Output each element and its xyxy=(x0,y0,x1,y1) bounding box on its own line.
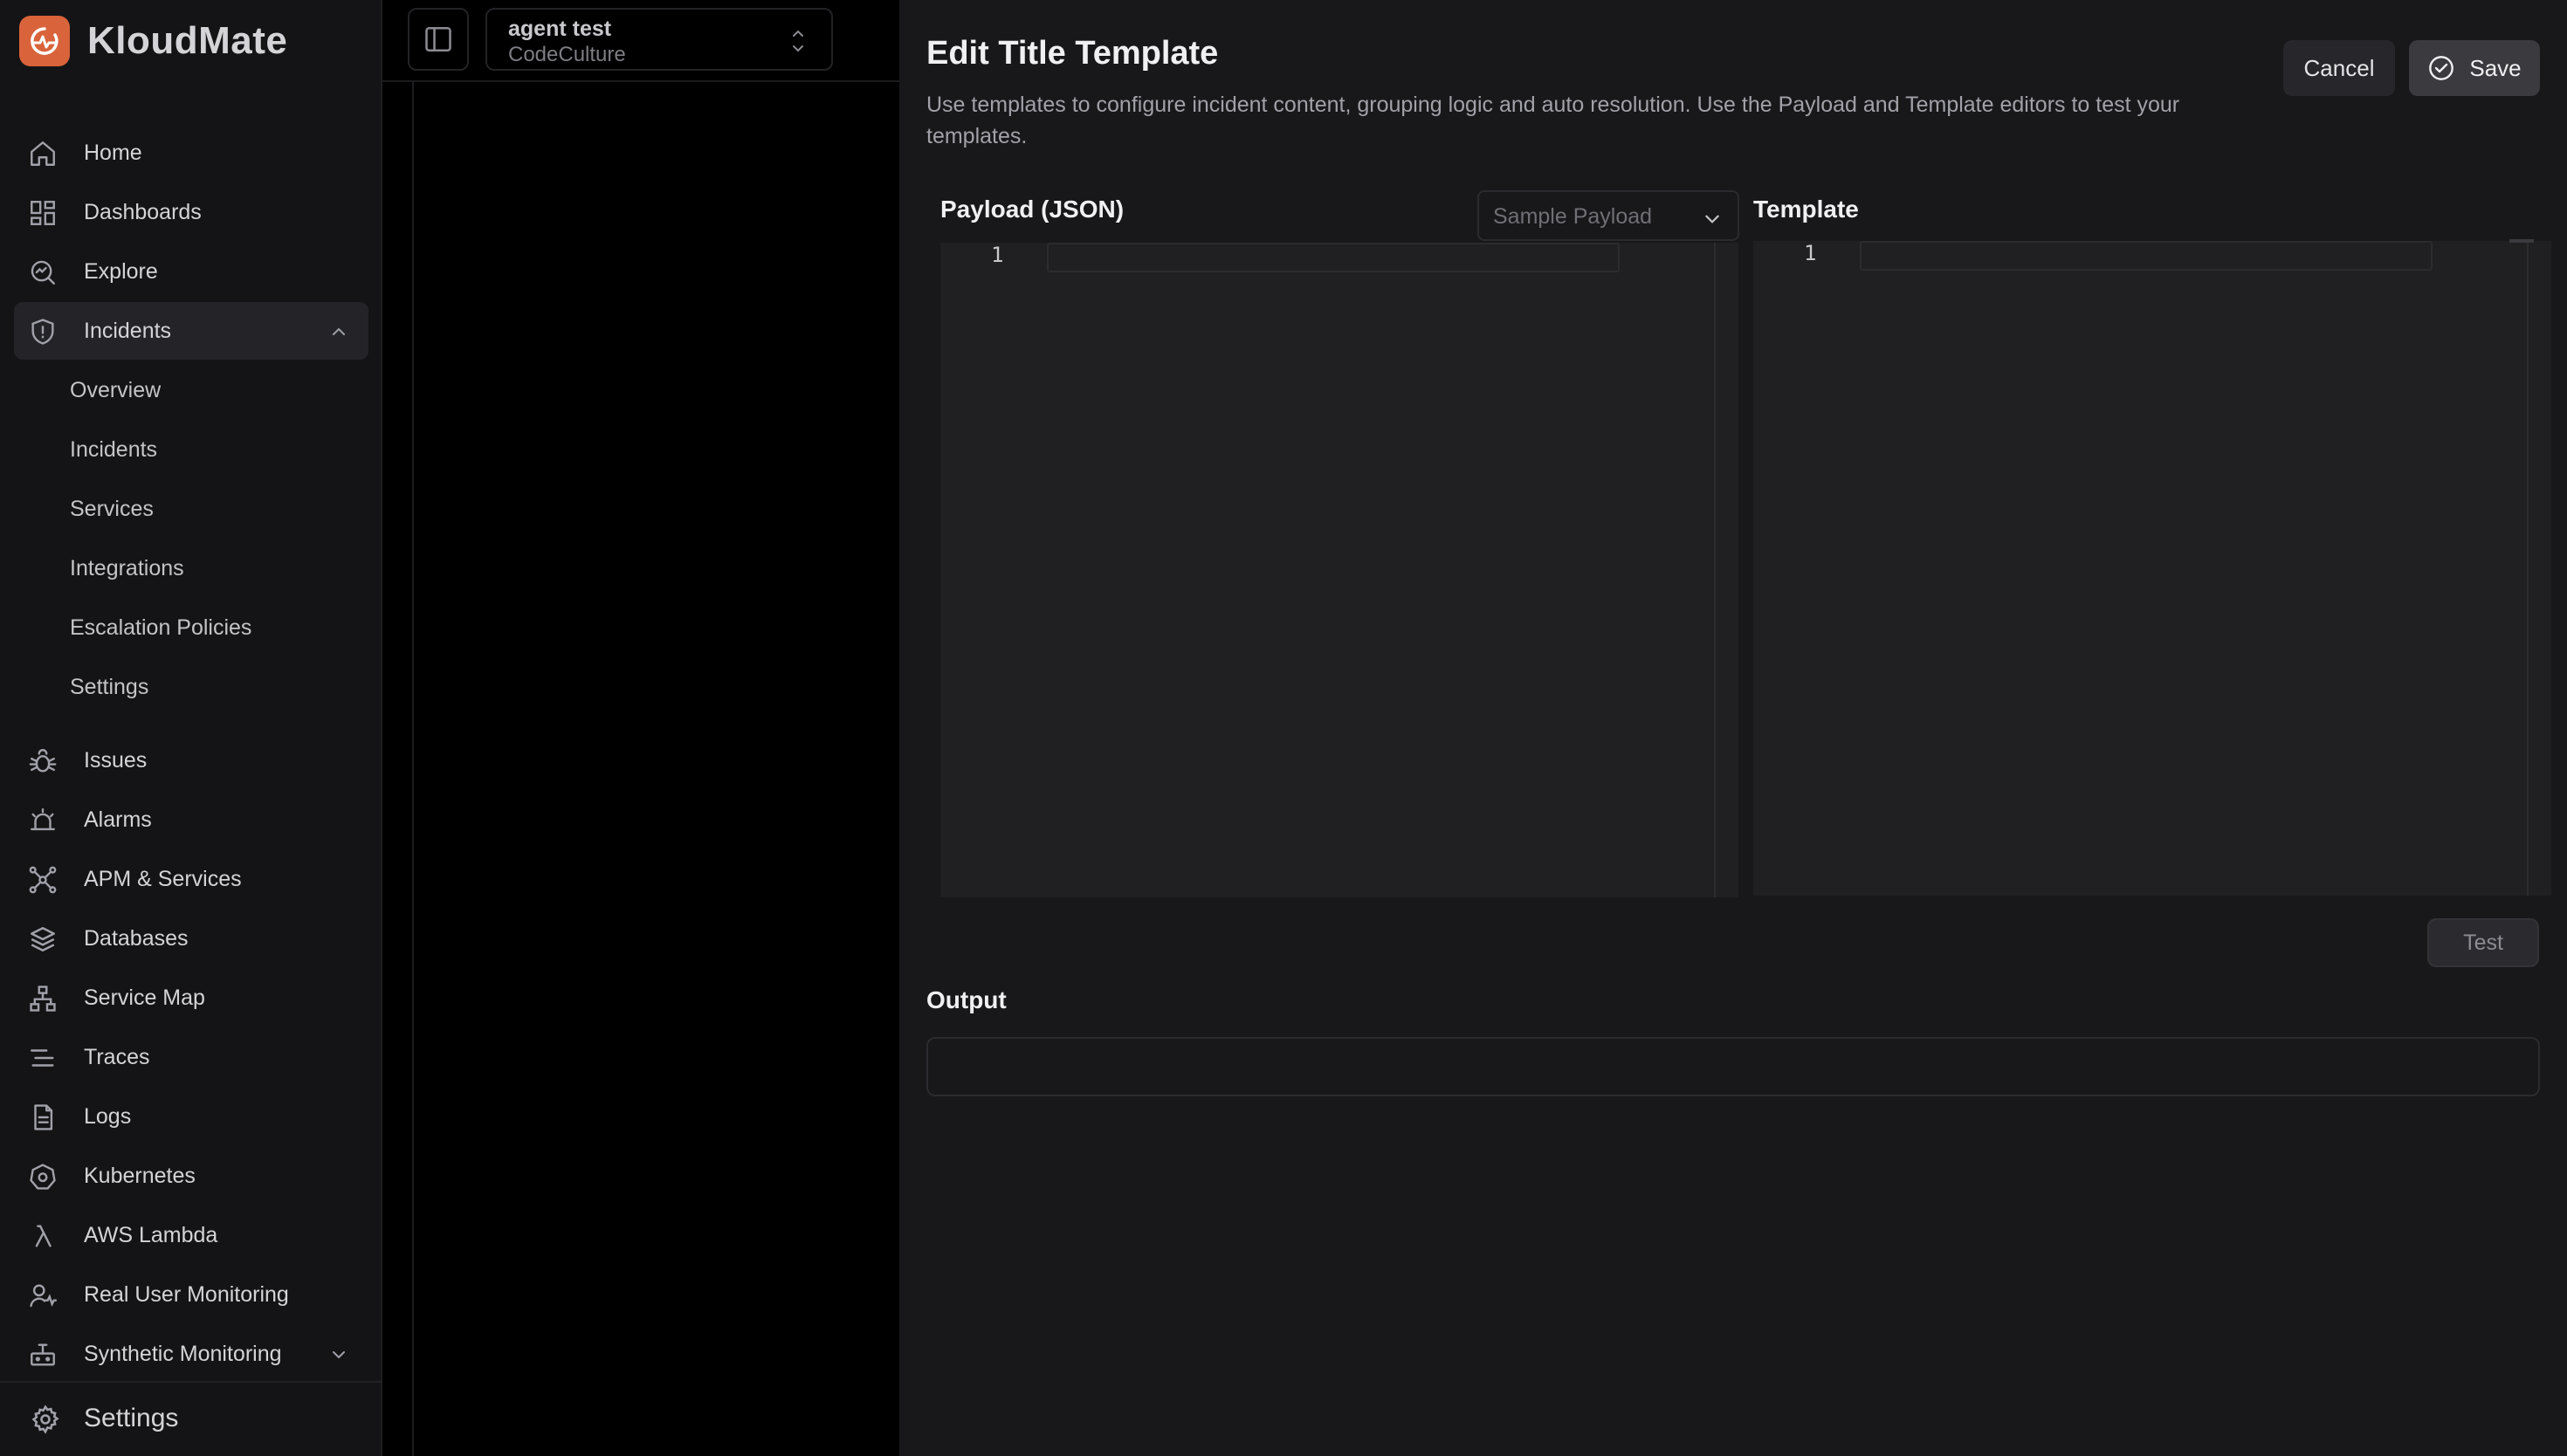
sidebar-item-label: Incidents xyxy=(84,318,172,343)
dashboards-icon xyxy=(28,198,58,228)
save-button-label: Save xyxy=(2469,54,2522,81)
sidebar-item-databases[interactable]: Databases xyxy=(14,910,368,967)
sidebar-item-label: AWS Lambda xyxy=(84,1222,218,1247)
dialog-title: Edit Title Template xyxy=(926,35,1219,72)
sidebar-item-label: APM & Services xyxy=(84,866,242,891)
workspace-title: agent test xyxy=(508,17,612,41)
gear-icon xyxy=(30,1404,61,1435)
sidebar-item-label: Real User Monitoring xyxy=(84,1281,289,1307)
payload-editor[interactable]: 1 xyxy=(940,243,1738,897)
sample-payload-select[interactable]: Sample Payload xyxy=(1477,190,1739,241)
sidebar-item-issues[interactable]: Issues xyxy=(14,731,368,789)
current-line-highlight xyxy=(1860,241,2433,271)
output-field[interactable] xyxy=(926,1037,2540,1096)
divider xyxy=(412,82,414,1456)
sidebar-item-apm-services[interactable]: APM & Services xyxy=(14,850,368,908)
editor-scrollbar[interactable] xyxy=(1714,243,1716,897)
output-label: Output xyxy=(926,986,1007,1013)
test-button[interactable]: Test xyxy=(2427,918,2539,967)
sidebar-item-label: Explore xyxy=(84,258,158,284)
shield-alert-icon xyxy=(28,317,58,347)
sidebar-subitem-overview[interactable]: Overview xyxy=(70,368,161,412)
sidebar-item-label: Home xyxy=(84,140,142,165)
database-icon xyxy=(28,924,58,954)
sidebar-item-label: Databases xyxy=(84,925,189,951)
editor-scrollbar[interactable] xyxy=(2527,241,2529,896)
line-number: 1 xyxy=(1804,241,1817,265)
sidebar-item-label: Service Map xyxy=(84,985,205,1010)
traces-icon xyxy=(28,1043,58,1073)
workspace-subtitle: CodeCulture xyxy=(508,43,626,66)
sidebar-subitem-integrations[interactable]: Integrations xyxy=(70,546,184,590)
sidebar-item-aws-lambda[interactable]: AWS Lambda xyxy=(14,1206,368,1264)
kubernetes-icon xyxy=(28,1162,58,1192)
sidebar-item-label: Dashboards xyxy=(84,199,202,224)
sidebar-item-kubernetes[interactable]: Kubernetes xyxy=(14,1147,368,1205)
save-button[interactable]: Save xyxy=(2409,40,2540,96)
sidebar-footer-label: Settings xyxy=(84,1404,179,1432)
sidebar-item-real-user-monitoring[interactable]: Real User Monitoring xyxy=(14,1266,368,1323)
sidebar-item-alarms[interactable]: Alarms xyxy=(14,791,368,848)
brand[interactable]: KloudMate xyxy=(19,14,287,68)
line-number: 1 xyxy=(991,243,1004,267)
chevron-up-icon xyxy=(330,323,348,340)
edit-title-template-dialog: Edit Title Template Use templates to con… xyxy=(899,0,2567,1456)
sidebar-subitem-settings[interactable]: Settings xyxy=(70,665,148,709)
rum-icon xyxy=(28,1281,58,1310)
brand-name: KloudMate xyxy=(87,19,288,62)
explore-icon xyxy=(28,258,58,287)
payload-label: Payload (JSON) xyxy=(940,196,1125,223)
check-circle-icon xyxy=(2427,54,2455,82)
kloudmate-logo-icon xyxy=(19,16,70,66)
sidebar-item-service-map[interactable]: Service Map xyxy=(14,969,368,1027)
dialog-description: Use templates to configure incident cont… xyxy=(926,93,2180,148)
sidebar-item-home[interactable]: Home xyxy=(14,124,368,182)
sidebar-item-traces[interactable]: Traces xyxy=(14,1028,368,1086)
sidebar-item-logs[interactable]: Logs xyxy=(14,1088,368,1145)
sidebar-item-label: Traces xyxy=(84,1044,150,1069)
chevron-up-down-icon xyxy=(789,25,807,57)
sidebar-item-explore[interactable]: Explore xyxy=(14,243,368,300)
sidebar-subitem-escalation-policies[interactable]: Escalation Policies xyxy=(70,606,251,649)
template-editor[interactable]: 1 xyxy=(1753,239,2551,896)
sidebar-item-label: Kubernetes xyxy=(84,1163,196,1188)
sidebar-item-dashboards[interactable]: Dashboards xyxy=(14,183,368,241)
sidebar-item-label: Alarms xyxy=(84,807,152,832)
sidebar-item-label: Logs xyxy=(84,1103,132,1129)
cancel-button[interactable]: Cancel xyxy=(2283,40,2395,96)
apm-icon xyxy=(28,865,58,895)
sidebar-subitem-incidents[interactable]: Incidents xyxy=(70,428,157,471)
home-icon xyxy=(28,139,58,168)
sidebar-item-incidents[interactable]: Incidents xyxy=(14,302,368,360)
sidebar-item-label: Issues xyxy=(84,747,148,773)
scroll-indicator xyxy=(2509,239,2534,243)
current-line-highlight xyxy=(1047,243,1620,272)
template-label: Template xyxy=(1753,196,1859,223)
sidebar-toggle-icon xyxy=(423,24,454,55)
sidebar-item-synthetic-monitoring[interactable]: Synthetic Monitoring xyxy=(14,1325,368,1383)
chevron-down-icon xyxy=(330,1346,348,1363)
sample-payload-placeholder: Sample Payload xyxy=(1493,204,1653,229)
service-map-icon xyxy=(28,984,58,1013)
lambda-icon xyxy=(28,1221,58,1251)
sidebar: KloudMate Home Dashboards Explore Incide… xyxy=(0,0,382,1456)
sidebar-footer-settings[interactable]: Settings xyxy=(0,1381,381,1456)
chevron-down-icon xyxy=(1703,209,1722,229)
synthetic-icon xyxy=(28,1340,58,1370)
alarm-icon xyxy=(28,806,58,835)
sidebar-subitem-services[interactable]: Services xyxy=(70,487,154,531)
logs-icon xyxy=(28,1102,58,1132)
workspace-selector[interactable]: agent test CodeCulture xyxy=(485,8,833,71)
sidebar-toggle-button[interactable] xyxy=(408,8,469,71)
sidebar-item-label: Synthetic Monitoring xyxy=(84,1341,282,1366)
bug-icon xyxy=(28,746,58,776)
